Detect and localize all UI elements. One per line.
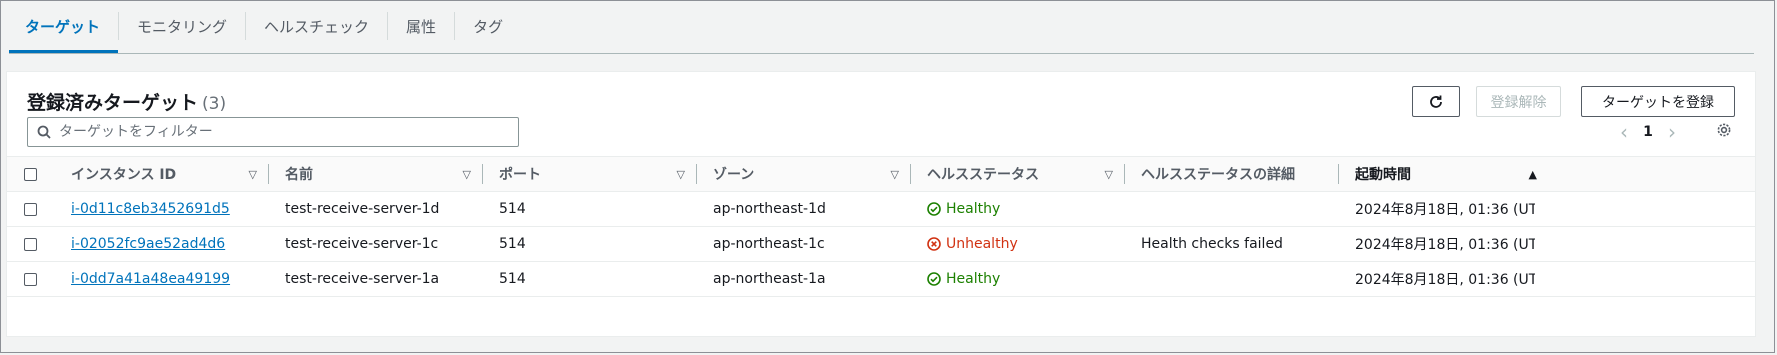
column-header-zone[interactable]: ゾーン ▽: [713, 157, 909, 191]
column-label: インスタンス ID: [71, 167, 177, 183]
tab-attributes[interactable]: 属性: [388, 1, 454, 51]
column-label: ヘルスステータス: [927, 167, 1039, 183]
row-checkbox[interactable]: [24, 273, 37, 286]
column-divider: [1338, 164, 1339, 184]
deregister-button[interactable]: 登録解除: [1476, 86, 1561, 117]
column-header-health-status[interactable]: ヘルスステータス ▽: [927, 157, 1123, 191]
table-row[interactable]: i-0dd7a41a48ea49199 test-receive-server-…: [7, 262, 1755, 297]
column-label: ヘルスステータスの詳細: [1141, 167, 1295, 183]
next-page-icon[interactable]: ›: [1660, 120, 1684, 144]
prev-page-icon[interactable]: ‹: [1612, 120, 1636, 144]
sort-down-icon: ▽: [676, 168, 685, 181]
table-row[interactable]: i-0d11c8eb3452691d5 test-receive-server-…: [7, 192, 1755, 227]
health-status-cell: Unhealthy: [927, 227, 1123, 261]
instance-id-link[interactable]: i-0d11c8eb3452691d5: [71, 201, 230, 217]
port-cell: 514: [499, 271, 526, 287]
column-divider: [910, 164, 911, 184]
name-cell: test-receive-server-1c: [285, 236, 439, 252]
launch-time-cell: 2024年8月18日, 01:36 (UTC+…: [1355, 202, 1535, 218]
name-cell: test-receive-server-1d: [285, 201, 440, 217]
column-header-health-detail[interactable]: ヘルスステータスの詳細: [1141, 157, 1337, 191]
zone-cell: ap-northeast-1c: [713, 236, 825, 252]
registered-targets-panel: 登録済みターゲット(3) 登録解除 ターゲットを登録 ‹ 1 ›: [6, 71, 1756, 337]
refresh-button[interactable]: [1412, 86, 1460, 117]
instance-id-cell: i-0dd7a41a48ea49199: [71, 262, 267, 296]
check-circle-icon: [927, 272, 941, 286]
column-header-launch-time[interactable]: 起動時間 ▲: [1355, 157, 1547, 191]
table-header: インスタンス ID ▽ 名前 ▽ ポート ▽ ゾーン ▽ ヘルスステータス ▽: [7, 156, 1755, 192]
column-label: ポート: [499, 167, 541, 183]
health-detail-cell: Health checks failed: [1141, 236, 1283, 252]
register-targets-button[interactable]: ターゲットを登録: [1581, 86, 1735, 117]
panel-title: 登録済みターゲット (3): [27, 88, 226, 115]
health-status-text: Healthy: [946, 201, 1001, 217]
launch-time-cell: 2024年8月18日, 01:36 (UTC+…: [1355, 272, 1535, 288]
zone-cell: ap-northeast-1d: [713, 201, 826, 217]
column-header-name[interactable]: 名前 ▽: [285, 157, 481, 191]
sort-down-icon: ▽: [1104, 168, 1113, 181]
row-checkbox[interactable]: [24, 203, 37, 216]
check-circle-icon: [927, 202, 941, 216]
current-page[interactable]: 1: [1636, 124, 1660, 140]
zone-cell: ap-northeast-1a: [713, 271, 826, 287]
instance-id-link[interactable]: i-02052fc9ae52ad4d6: [71, 236, 225, 252]
table-row[interactable]: i-02052fc9ae52ad4d6 test-receive-server-…: [7, 227, 1755, 262]
sort-up-icon: ▲: [1528, 168, 1537, 181]
column-divider: [268, 164, 269, 184]
search-icon: [37, 125, 51, 139]
health-status-text: Healthy: [946, 271, 1001, 287]
settings-gear-icon[interactable]: [1716, 122, 1732, 142]
filter-input[interactable]: [57, 123, 501, 141]
port-cell: 514: [499, 201, 526, 217]
select-all-checkbox[interactable]: [24, 168, 37, 181]
instance-id-link[interactable]: i-0dd7a41a48ea49199: [71, 271, 230, 287]
sort-down-icon: ▽: [890, 168, 899, 181]
health-status-cell: Healthy: [927, 192, 1123, 226]
sort-down-icon: ▽: [248, 168, 257, 181]
column-label: 名前: [285, 167, 313, 183]
column-header-instance-id[interactable]: インスタンス ID ▽: [71, 157, 267, 191]
health-detail-cell: [1141, 192, 1337, 226]
refresh-icon: [1430, 95, 1442, 108]
health-status-text: Unhealthy: [946, 236, 1018, 252]
sort-down-icon: ▽: [462, 168, 471, 181]
health-status-cell: Healthy: [927, 262, 1123, 296]
column-label: ゾーン: [713, 167, 755, 183]
filter-box: [27, 117, 519, 147]
instance-id-cell: i-0d11c8eb3452691d5: [71, 192, 267, 226]
pagination: ‹ 1 ›: [1612, 119, 1684, 145]
instance-id-cell: i-02052fc9ae52ad4d6: [71, 227, 267, 261]
column-divider: [482, 164, 483, 184]
name-cell: test-receive-server-1a: [285, 271, 440, 287]
port-cell: 514: [499, 236, 526, 252]
panel-title-text: 登録済みターゲット: [27, 92, 199, 114]
tab-health-checks[interactable]: ヘルスチェック: [246, 1, 387, 51]
tab-targets[interactable]: ターゲット: [9, 1, 119, 53]
row-checkbox[interactable]: [24, 238, 37, 251]
column-divider: [696, 164, 697, 184]
column-divider: [1124, 164, 1125, 184]
column-header-port[interactable]: ポート ▽: [499, 157, 695, 191]
column-label: 起動時間: [1355, 167, 1411, 183]
launch-time-cell: 2024年8月18日, 01:36 (UTC+…: [1355, 237, 1535, 253]
tab-bar: ターゲット モニタリング ヘルスチェック 属性 タグ: [9, 1, 1754, 54]
tab-tags[interactable]: タグ: [455, 1, 521, 51]
target-group-window: ターゲット モニタリング ヘルスチェック 属性 タグ 登録済みターゲット (3) …: [0, 0, 1775, 353]
target-count: (3): [202, 94, 227, 114]
health-detail-cell: [1141, 262, 1337, 296]
tab-monitoring[interactable]: モニタリング: [119, 1, 245, 51]
x-circle-icon: [927, 237, 941, 251]
